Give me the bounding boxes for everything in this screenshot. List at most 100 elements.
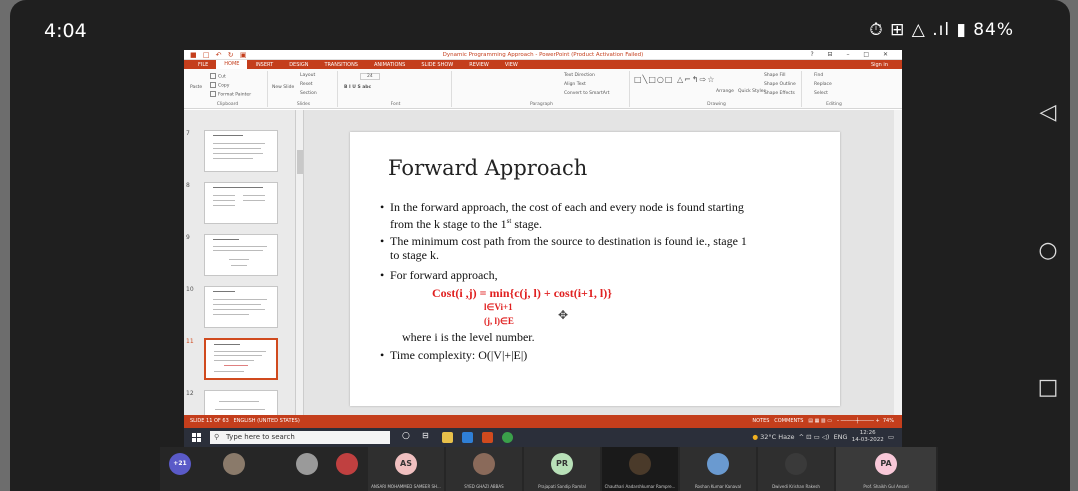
slide-thumbnail-selected[interactable] (204, 338, 278, 380)
thumbnails-scrollbar[interactable] (296, 110, 304, 415)
slide-thumbnail[interactable] (204, 182, 278, 224)
notifications-icon[interactable]: ▭ (888, 433, 894, 441)
language-text[interactable]: ENG (834, 433, 848, 441)
task-view-icon[interactable]: ⊟ (422, 431, 433, 442)
search-placeholder: Type here to search (226, 433, 295, 441)
font-group: 24 B I U S abc Font (340, 71, 452, 107)
sign-in-link[interactable]: Sign in (863, 62, 896, 68)
paste-button[interactable]: Paste (190, 85, 202, 90)
paragraph-group: Text Direction Align Text Convert to Sma… (454, 71, 630, 107)
format-painter-button[interactable]: Format Painter (210, 91, 251, 98)
participant-tile[interactable]: Chauthari Aadarshkumar Rampre... (602, 447, 678, 491)
more-participants[interactable]: +21 (160, 447, 200, 491)
cut-button[interactable]: Cut (210, 73, 226, 80)
tab-design[interactable]: DESIGN (281, 62, 316, 68)
store-icon[interactable] (462, 432, 473, 443)
text-direction-button[interactable]: Text Direction (564, 73, 595, 78)
quick-styles-button[interactable]: Quick Styles (738, 89, 766, 94)
participant-name: Chauthari Aadarshkumar Rampre... (604, 484, 676, 489)
notes-button[interactable]: NOTES (752, 418, 769, 424)
powerpoint-taskbar-icon[interactable] (482, 432, 493, 443)
participant-tile[interactable] (204, 447, 264, 491)
tab-home[interactable]: HOME (216, 60, 248, 69)
slide-counter: SLIDE 11 OF 63 (190, 418, 229, 424)
copy-button[interactable]: Copy (210, 82, 229, 89)
align-text-button[interactable]: Align Text (564, 82, 586, 87)
recents-icon[interactable]: □ (1034, 375, 1062, 400)
window-controls[interactable]: ? ⊟ – □ ✕ (810, 51, 894, 58)
participant-tile[interactable]: Dwivedi Krishan Rakesh (758, 447, 834, 491)
ppt-status-bar: SLIDE 11 OF 63 ENGLISH (UNITED STATES) N… (184, 415, 902, 428)
tab-view[interactable]: VIEW (497, 62, 526, 68)
format-buttons[interactable]: B I U S abc (344, 85, 371, 90)
thumb-number: 10 (186, 286, 194, 293)
tab-file[interactable]: FILE (190, 62, 216, 68)
participant-tile[interactable]: AS ANSARI MOHAMMED SAMEER SH... (368, 447, 444, 491)
slide-thumbnail[interactable] (204, 390, 278, 415)
weather-text[interactable]: 32°C Haze (760, 433, 794, 441)
paragraph-label: Paragraph (529, 102, 554, 107)
comments-button[interactable]: COMMENTS (774, 418, 803, 424)
participant-tile[interactable]: Roshan Kumar Kanaval (680, 447, 756, 491)
arrange-button[interactable]: Arrange (716, 89, 734, 94)
font-size-box[interactable]: 24 (360, 73, 380, 80)
shape-outline-button[interactable]: Shape Outline (764, 82, 796, 87)
meeting-participant-strip: +21 AS ANSARI MOHAMMED SAMEER SH... SYED… (160, 447, 938, 491)
tab-transitions[interactable]: TRANSITIONS (316, 62, 366, 68)
tab-slide-show[interactable]: SLIDE SHOW (413, 62, 461, 68)
participant-tile[interactable] (320, 447, 374, 491)
slide-bullet: In the forward approach, the cost of eac… (380, 200, 750, 231)
find-button[interactable]: Find (814, 73, 823, 78)
taskbar-search[interactable]: ⚲ Type here to search (210, 431, 390, 444)
formula-condition: l∈Vi+1 (484, 302, 513, 312)
language-indicator[interactable]: ENGLISH (UNITED STATES) (234, 418, 300, 424)
tab-review[interactable]: REVIEW (461, 62, 497, 68)
tab-insert[interactable]: INSERT (247, 62, 281, 68)
status-right: NOTES COMMENTS ▤ ▦ ▥ ▭ – ─────┼───── + 7… (752, 415, 894, 428)
participant-tile-presenter[interactable]: PA Prof. Shaikh Gul Ansari (836, 447, 936, 491)
taskbar-clock[interactable]: 12:26 14-03-2022 (852, 430, 884, 444)
slide-thumbnail[interactable] (204, 234, 278, 276)
participant-avatar (336, 453, 358, 475)
replace-button[interactable]: Replace (814, 82, 832, 87)
select-button[interactable]: Select (814, 91, 828, 96)
layout-button[interactable]: Layout (300, 73, 315, 78)
system-tray: ● 32°C Haze ^ ⊡ ▭ ◁) ENG 12:26 14-03-2022… (752, 428, 894, 447)
drawing-label: Drawing (707, 102, 726, 107)
where-line: where i is the level number. (402, 330, 535, 344)
clipboard-group: Paste Cut Copy Format Painter Clipboard (188, 71, 268, 107)
convert-smartart-button[interactable]: Convert to SmartArt (564, 91, 609, 96)
editing-group: Find Replace Select Editing (804, 71, 864, 107)
window-title: Dynamic Programming Approach - PowerPoin… (442, 52, 644, 58)
back-icon[interactable]: ◁ (1034, 100, 1062, 125)
tab-animations[interactable]: ANIMATIONS (366, 62, 413, 68)
search-icon: ⚲ (214, 433, 220, 441)
zoom-slider[interactable]: – ─────┼───── + (837, 418, 880, 424)
new-slide-button[interactable]: New Slide (272, 85, 294, 90)
home-icon[interactable]: ○ (1034, 238, 1062, 263)
chrome-icon[interactable] (502, 432, 513, 443)
slide-thumbnail[interactable] (204, 286, 278, 328)
cortana-icon[interactable]: ○ (402, 431, 413, 442)
current-slide[interactable]: Forward Approach In the forward approach… (350, 132, 840, 406)
file-explorer-icon[interactable] (442, 432, 453, 443)
slide-thumbnail[interactable] (204, 130, 278, 172)
windows-start-icon[interactable] (192, 433, 201, 442)
shapes-gallery[interactable]: □╲□○□ △⌐↰⇨☆ (634, 75, 715, 84)
tray-icons[interactable]: ^ ⊡ ▭ ◁) (799, 433, 830, 441)
participant-tile[interactable]: SYED GHAZI ABBAS (446, 447, 522, 491)
shape-fill-button[interactable]: Shape Fill (764, 73, 786, 78)
slide-bullet: For forward approach, (380, 268, 750, 282)
shape-effects-button[interactable]: Shape Effects (764, 91, 795, 96)
ppt-title-bar: ■ □ ↶ ↻ ▣ Dynamic Programming Approach -… (184, 50, 902, 60)
thumb-number: 12 (186, 390, 194, 397)
participant-tile[interactable]: PR Prajapati Sandip Ramlal (524, 447, 600, 491)
section-button[interactable]: Section (300, 91, 317, 96)
zoom-level[interactable]: 74% (883, 418, 894, 424)
scroll-thumb[interactable] (297, 150, 303, 174)
brush-icon (210, 91, 216, 97)
slide-scrollbar[interactable] (894, 110, 902, 415)
view-icons[interactable]: ▤ ▦ ▥ ▭ (808, 418, 832, 424)
reset-button[interactable]: Reset (300, 82, 313, 87)
slide-thumbnails-pane[interactable]: 7 8 9 10 11 12 (184, 110, 296, 415)
